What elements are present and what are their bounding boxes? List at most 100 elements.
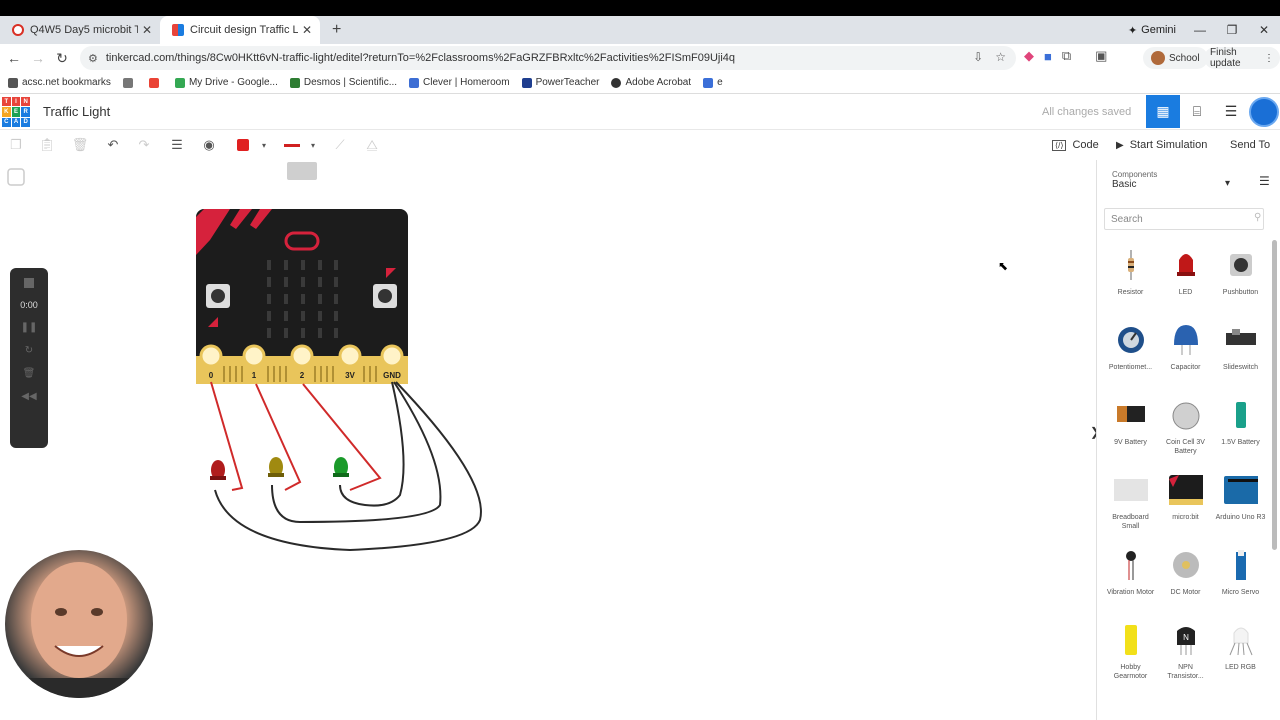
component-micro-servo[interactable]: Micro Servo: [1213, 542, 1268, 614]
signal-wires[interactable]: [210, 381, 382, 491]
yellow-led[interactable]: [268, 457, 284, 477]
side-panel-icon[interactable]: ▣: [1095, 48, 1107, 64]
list-view-icon[interactable]: ☰: [1259, 174, 1270, 188]
color-dropdown-icon[interactable]: ▾: [254, 136, 274, 154]
pin-0-pad[interactable]: [199, 344, 223, 368]
restore-icon[interactable]: ❐: [1216, 23, 1248, 37]
component-arduino-uno[interactable]: Arduino Uno R3: [1213, 467, 1268, 539]
puzzle-extensions-icon[interactable]: ⧉: [1062, 48, 1071, 64]
tab-circuit-design[interactable]: Circuit design Traffic Light - Tin ✕: [160, 16, 320, 44]
undo-icon[interactable]: ↶: [103, 136, 123, 154]
component-led[interactable]: LED: [1158, 242, 1213, 314]
bookmark-star-icon[interactable]: ☆: [995, 50, 1006, 64]
address-bar[interactable]: ⚙ tinkercad.com/things/8Cw0HKtt6vN-traff…: [80, 46, 1016, 70]
bookmark-item[interactable]: PowerTeacher: [521, 77, 599, 88]
wire-type-swatch[interactable]: [284, 144, 300, 147]
schematic-view-icon[interactable]: ⌸: [1180, 95, 1214, 128]
reload-icon[interactable]: ↻: [50, 50, 74, 67]
redo-icon[interactable]: ↷: [134, 136, 154, 154]
send-to-button[interactable]: Send To: [1230, 130, 1270, 160]
wire-gnd-green[interactable]: [339, 381, 405, 507]
delete-icon[interactable]: 🗑︎: [70, 136, 90, 154]
profile-button[interactable]: School: [1143, 47, 1208, 69]
components-scrollbar[interactable]: [1272, 240, 1277, 550]
apps-grid-icon[interactable]: [122, 77, 137, 88]
bookmark-item[interactable]: Adobe Acrobat: [611, 77, 691, 88]
workplane-canvas[interactable]: 0 1 2 3V GND: [0, 160, 1096, 720]
button-b-cap[interactable]: [378, 289, 392, 303]
install-icon[interactable]: ⇩: [973, 50, 983, 64]
ground-wires[interactable]: [214, 381, 482, 552]
component-slideswitch[interactable]: Slideswitch: [1213, 317, 1268, 389]
menu-dots-icon[interactable]: ⋮: [1264, 53, 1274, 64]
bookmark-item[interactable]: Clever | Homeroom: [409, 77, 510, 88]
rotate-icon[interactable]: ⟋: [330, 136, 350, 154]
fit-view-icon[interactable]: [7, 168, 25, 186]
new-tab-icon[interactable]: +: [332, 16, 341, 44]
code-button[interactable]: ⟨/⟩ Code: [1052, 130, 1099, 160]
search-icon: ⚲: [1254, 212, 1262, 223]
color-swatch[interactable]: [237, 139, 249, 151]
copy-icon[interactable]: ❐: [6, 136, 26, 154]
wire-type-dropdown-icon[interactable]: ▾: [303, 136, 323, 154]
pin-2-pad[interactable]: [290, 344, 314, 368]
red-led[interactable]: [210, 460, 226, 480]
user-avatar[interactable]: [1249, 97, 1279, 127]
extension-icon[interactable]: ■: [1044, 49, 1052, 64]
component-vibration-motor[interactable]: Vibration Motor: [1103, 542, 1158, 614]
extension-icon[interactable]: ◆: [1024, 48, 1034, 64]
forward-icon[interactable]: →: [26, 50, 50, 66]
bookmark-item[interactable]: My Drive - Google...: [174, 77, 278, 88]
gmail-icon[interactable]: [148, 77, 163, 88]
start-simulation-button[interactable]: ▶ Start Simulation: [1116, 130, 1207, 160]
circuit-view-icon[interactable]: ▦: [1146, 95, 1180, 128]
project-title[interactable]: Traffic Light: [43, 104, 110, 119]
pin-gnd-pad[interactable]: [380, 344, 404, 368]
site-info-icon[interactable]: ⚙: [88, 52, 98, 65]
paste-icon[interactable]: 📋︎: [37, 136, 57, 154]
rewind-icon[interactable]: ◀◀: [21, 391, 36, 402]
component-list-icon[interactable]: ☰: [1214, 95, 1248, 128]
pin-3v-pad[interactable]: [338, 344, 362, 368]
component-potentiometer[interactable]: Potentiomet...: [1103, 317, 1158, 389]
component-category-select[interactable]: Basic: [1112, 179, 1136, 190]
component-hobby-gearmotor[interactable]: Hobby Gearmotor: [1103, 617, 1158, 689]
notes-icon[interactable]: ☰: [167, 136, 187, 154]
pause-icon[interactable]: ❚❚: [21, 322, 38, 333]
component-microbit[interactable]: micro:bit: [1158, 467, 1213, 539]
trash-icon[interactable]: 🗑︎: [23, 368, 36, 379]
component-capacitor[interactable]: Capacitor: [1158, 317, 1213, 389]
component-1-5v-battery[interactable]: 1.5V Battery: [1213, 392, 1268, 464]
wire-gnd-red[interactable]: [214, 381, 482, 552]
restart-icon[interactable]: ↻: [25, 345, 33, 356]
close-tab-icon[interactable]: ✕: [142, 23, 152, 37]
stop-icon[interactable]: [24, 278, 34, 288]
component-search-input[interactable]: [1104, 208, 1264, 230]
component-coin-cell[interactable]: Coin Cell 3V Battery: [1158, 392, 1213, 464]
component-pushbutton[interactable]: Pushbutton: [1213, 242, 1268, 314]
notes-visibility-icon[interactable]: ◉: [199, 136, 219, 154]
tinkercad-logo[interactable]: TIN KER CAD: [2, 97, 30, 127]
button-a-cap[interactable]: [211, 289, 225, 303]
green-led[interactable]: [333, 457, 349, 477]
component-led-rgb[interactable]: LED RGB: [1213, 617, 1268, 689]
component-dc-motor[interactable]: DC Motor: [1158, 542, 1213, 614]
back-icon[interactable]: ←: [2, 50, 26, 66]
gemini-button[interactable]: ✦ Gemini: [1128, 16, 1176, 44]
minimize-icon[interactable]: —: [1184, 23, 1216, 37]
component-breadboard-small[interactable]: Breadboard Small: [1103, 467, 1158, 539]
finish-update-label: Finish update: [1210, 47, 1241, 69]
component-9v-battery[interactable]: 9V Battery: [1103, 392, 1158, 464]
component-npn-transistor[interactable]: N NPN Transistor...: [1158, 617, 1213, 689]
bookmark-item[interactable]: acsc.net bookmarks: [8, 77, 111, 88]
component-resistor[interactable]: Resistor: [1103, 242, 1158, 314]
bookmark-item[interactable]: e: [703, 77, 723, 88]
flip-icon[interactable]: ⧋: [362, 136, 382, 154]
bookmark-item[interactable]: Desmos | Scientific...: [289, 77, 397, 88]
tab-q4w5[interactable]: Q4W5 Day5 microbit Traffic ✕: [0, 16, 160, 44]
close-tab-icon[interactable]: ✕: [302, 23, 312, 37]
finish-update-button[interactable]: Finish update ⋮: [1204, 47, 1280, 69]
pin-1-pad[interactable]: [242, 344, 266, 368]
category-dropdown-icon[interactable]: ▾: [1225, 178, 1230, 189]
close-window-icon[interactable]: ✕: [1248, 23, 1280, 37]
